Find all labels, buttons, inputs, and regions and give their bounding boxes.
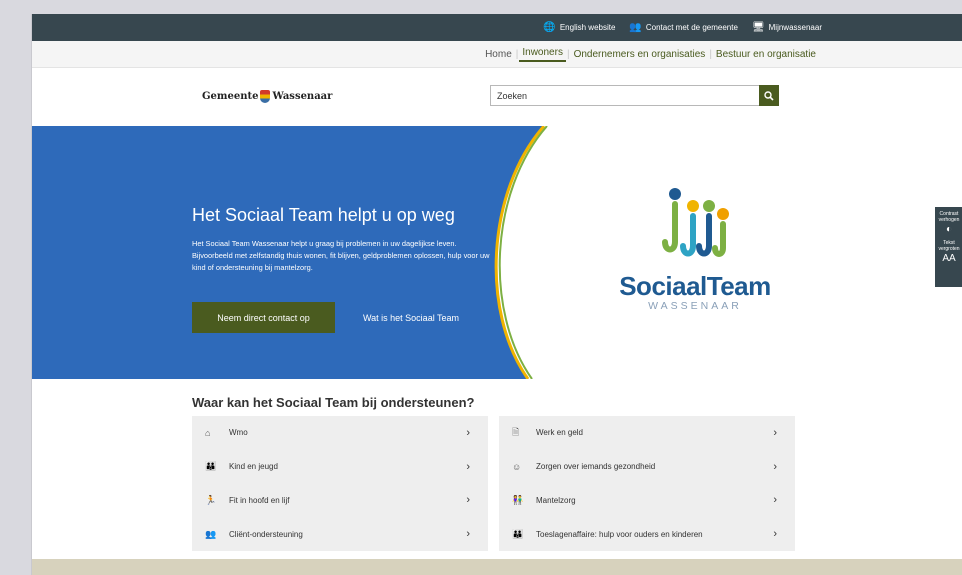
parent-child-icon: 👪	[205, 461, 217, 472]
utility-bar: 🌐 English website 👥 Contact met de gemee…	[32, 14, 962, 41]
sociaal-team-logo: SociaalTeam WASSENAAR	[580, 184, 810, 312]
chevron-right-icon: ›	[466, 426, 470, 439]
contrast-label: Contrast verhogen	[938, 211, 960, 223]
text-size-label: Tekst vergroten	[938, 240, 960, 252]
chevron-right-icon: ›	[466, 528, 470, 541]
topic-list-left: ⌂ Wmo › 👪 Kind en jeugd › 🏃 Fit in hoofd…	[192, 416, 488, 551]
topic-row[interactable]: 🏃 Fit in hoofd en lijf ›	[192, 484, 488, 518]
caregiver-icon: 👫	[512, 494, 524, 505]
family-icon: 👪	[512, 528, 524, 539]
running-person-icon: 🏃	[205, 494, 217, 505]
gemeente-logo[interactable]: Gemeente Wassenaar	[202, 90, 332, 103]
text-size-toggle[interactable]: Tekst vergroten AA	[935, 240, 962, 264]
topic-label: Mantelzorg	[536, 495, 576, 505]
footer-strip	[32, 559, 962, 575]
contact-gemeente-label: Contact met de gemeente	[645, 23, 738, 32]
people-figures-icon	[662, 188, 729, 257]
chevron-right-icon: ›	[466, 460, 470, 473]
search-button[interactable]	[759, 85, 779, 106]
nav-inwoners[interactable]: Inwoners	[519, 47, 566, 62]
nav-ondernemers[interactable]: Ondernemers en organisaties	[571, 49, 709, 60]
site-header: Gemeente Wassenaar	[32, 68, 962, 126]
search-input[interactable]	[491, 86, 759, 105]
crest-icon	[260, 90, 271, 103]
section-title: Waar kan het Sociaal Team bij ondersteun…	[192, 395, 475, 410]
group-icon: 👥	[205, 528, 217, 539]
topic-row[interactable]: 🗎 Werk en geld ›	[499, 416, 795, 450]
contact-gemeente-link[interactable]: 👥 Contact met de gemeente	[629, 21, 738, 33]
contrast-icon: ◐	[945, 224, 953, 235]
topic-row[interactable]: ⌂ Wmo ›	[192, 416, 488, 450]
document-money-icon: 🗎	[512, 426, 520, 437]
hero-banner: Het Sociaal Team helpt u op weg Het Soci…	[32, 126, 962, 379]
brand-name: SociaalTeam	[619, 271, 771, 301]
topic-row[interactable]: 👥 Cliënt-ondersteuning ›	[192, 517, 488, 551]
hero-background	[32, 126, 548, 379]
topic-row[interactable]: 👪 Toeslagenaffaire: hulp voor ouders en …	[499, 517, 795, 551]
contrast-toggle[interactable]: Contrast verhogen ◐	[935, 211, 962, 235]
topic-list-right: 🗎 Werk en geld › ☺ Zorgen over iemands g…	[499, 416, 795, 551]
home-care-icon: ⌂	[205, 427, 211, 438]
chevron-right-icon: ›	[466, 494, 470, 507]
topic-row[interactable]: 👫 Mantelzorg ›	[499, 484, 795, 518]
main-nav: Home | Inwoners | Ondernemers en organis…	[32, 41, 962, 68]
logo-text-wassenaar: Wassenaar	[272, 91, 333, 102]
wat-is-sociaal-team-link[interactable]: Wat is het Sociaal Team	[363, 302, 459, 333]
topic-row[interactable]: ☺ Zorgen over iemands gezondheid ›	[499, 450, 795, 484]
topic-label: Fit in hoofd en lijf	[229, 495, 290, 505]
nav-bestuur[interactable]: Bestuur en organisatie	[713, 49, 819, 60]
text-size-icon: AA	[942, 253, 956, 264]
globe-icon: 🌐	[543, 21, 556, 33]
browser-page: 🌐 English website 👥 Contact met de gemee…	[31, 14, 962, 575]
topic-label: Werk en geld	[536, 428, 583, 438]
chevron-right-icon: ›	[773, 528, 777, 541]
brand-subtitle: WASSENAAR	[648, 300, 742, 312]
search-box	[490, 85, 779, 106]
topic-label: Zorgen over iemands gezondheid	[536, 462, 656, 472]
chevron-right-icon: ›	[773, 426, 777, 439]
search-icon	[764, 90, 774, 101]
monitor-icon: 🖥	[751, 21, 765, 33]
english-website-label: English website	[559, 23, 616, 32]
contact-button[interactable]: Neem direct contact op	[192, 302, 335, 333]
topic-label: Cliënt-ondersteuning	[229, 529, 303, 539]
mijnwassenaar-link[interactable]: 🖥 Mijnwassenaar	[751, 21, 822, 33]
people-icon: 👥	[629, 21, 642, 33]
mijnwassenaar-label: Mijnwassenaar	[768, 23, 822, 32]
chevron-right-icon: ›	[773, 460, 777, 473]
hero-text: Het Sociaal Team Wassenaar helpt u graag…	[192, 239, 490, 272]
english-website-link[interactable]: 🌐 English website	[543, 21, 616, 33]
topic-label: Toeslagenaffaire: hulp voor ouders en ki…	[536, 529, 703, 539]
topic-label: Wmo	[229, 428, 248, 438]
hero-title: Het Sociaal Team helpt u op weg	[192, 205, 455, 225]
accessibility-widget: Contrast verhogen ◐ Tekst vergroten AA	[935, 207, 962, 287]
head-care-icon: ☺	[512, 461, 522, 472]
topic-label: Kind en jeugd	[229, 462, 278, 472]
nav-home[interactable]: Home	[482, 49, 515, 60]
chevron-right-icon: ›	[773, 494, 777, 507]
topic-row[interactable]: 👪 Kind en jeugd ›	[192, 450, 488, 484]
logo-text-gemeente: Gemeente	[202, 91, 259, 102]
